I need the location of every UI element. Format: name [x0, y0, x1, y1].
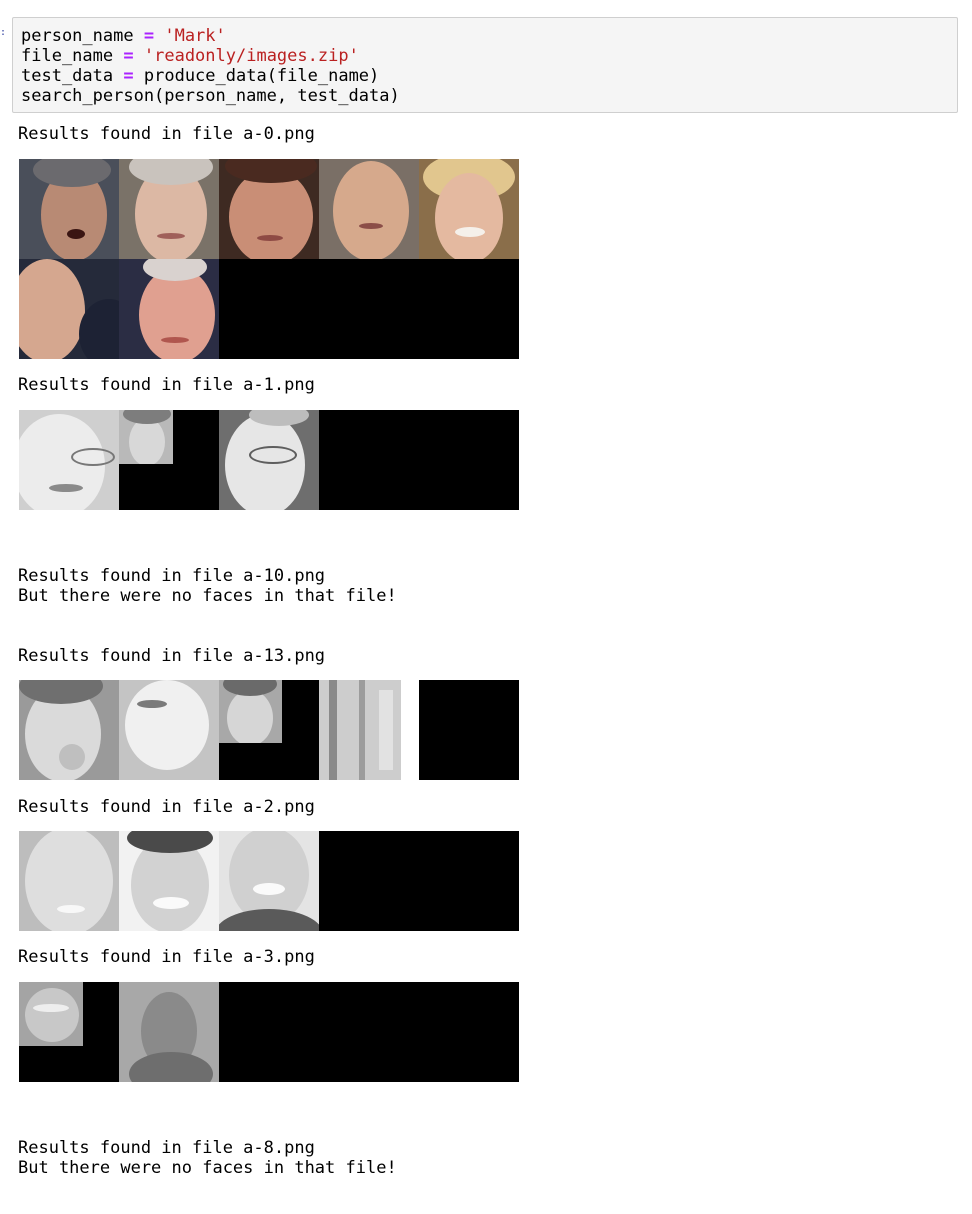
function-call: produce_data(file_name) [143, 66, 380, 86]
face-thumbnail [319, 159, 419, 259]
result-heading: Results found in file a-1.png [18, 375, 315, 395]
no-faces-message: But there were no faces in that file! [18, 1158, 397, 1178]
face-thumbnail [19, 680, 119, 780]
contact-sheet-a13 [19, 680, 519, 780]
face-thumbnail [419, 159, 519, 259]
var-person-name: person_name [21, 26, 134, 46]
face-thumbnail [119, 680, 219, 780]
contact-sheet-a2 [19, 831, 519, 931]
face-thumbnail [19, 410, 119, 510]
no-faces-message: But there were no faces in that file! [18, 586, 397, 606]
result-heading: Results found in file a-3.png [18, 947, 315, 967]
face-thumbnail [119, 982, 219, 1082]
face-thumbnail [219, 410, 319, 510]
face-thumbnail [119, 259, 219, 359]
result-heading: Results found in file a-10.png [18, 566, 326, 586]
face-thumbnail [401, 680, 419, 780]
contact-sheet-a3 [19, 982, 519, 1082]
face-thumbnail [19, 982, 83, 1046]
string-literal: 'Mark' [164, 26, 226, 46]
code-line-2: file_name = 'readonly/images.zip' [21, 46, 359, 66]
face-thumbnail [119, 831, 219, 931]
string-literal: 'readonly/images.zip' [143, 46, 359, 66]
assign-operator: = [123, 66, 134, 86]
result-heading: Results found in file a-0.png [18, 124, 315, 144]
face-thumbnail [19, 159, 119, 259]
face-thumbnail [119, 159, 219, 259]
result-heading: Results found in file a-8.png [18, 1138, 315, 1158]
var-file-name: file_name [21, 46, 114, 66]
result-heading: Results found in file a-2.png [18, 797, 315, 817]
code-cell[interactable]: person_name = 'Mark' file_name = 'readon… [12, 17, 958, 113]
code-line-1: person_name = 'Mark' [21, 26, 226, 46]
contact-sheet-a0 [19, 159, 519, 359]
face-thumbnail [219, 680, 282, 743]
code-line-3: test_data = produce_data(file_name) [21, 66, 379, 86]
face-thumbnail [19, 831, 119, 931]
face-thumbnail [319, 680, 401, 780]
face-thumbnail [119, 410, 173, 464]
assign-operator: = [143, 26, 155, 46]
assign-operator: = [123, 46, 134, 66]
var-test-data: test_data [21, 66, 114, 86]
function-call: search_person(person_name, test_data) [21, 86, 400, 106]
result-heading: Results found in file a-13.png [18, 646, 326, 666]
face-thumbnail [219, 831, 319, 931]
contact-sheet-a1 [19, 410, 519, 510]
face-thumbnail [19, 259, 119, 359]
face-thumbnail [219, 159, 319, 259]
code-line-4: search_person(person_name, test_data) [21, 86, 400, 106]
cell-prompt-marker: : [0, 27, 7, 38]
